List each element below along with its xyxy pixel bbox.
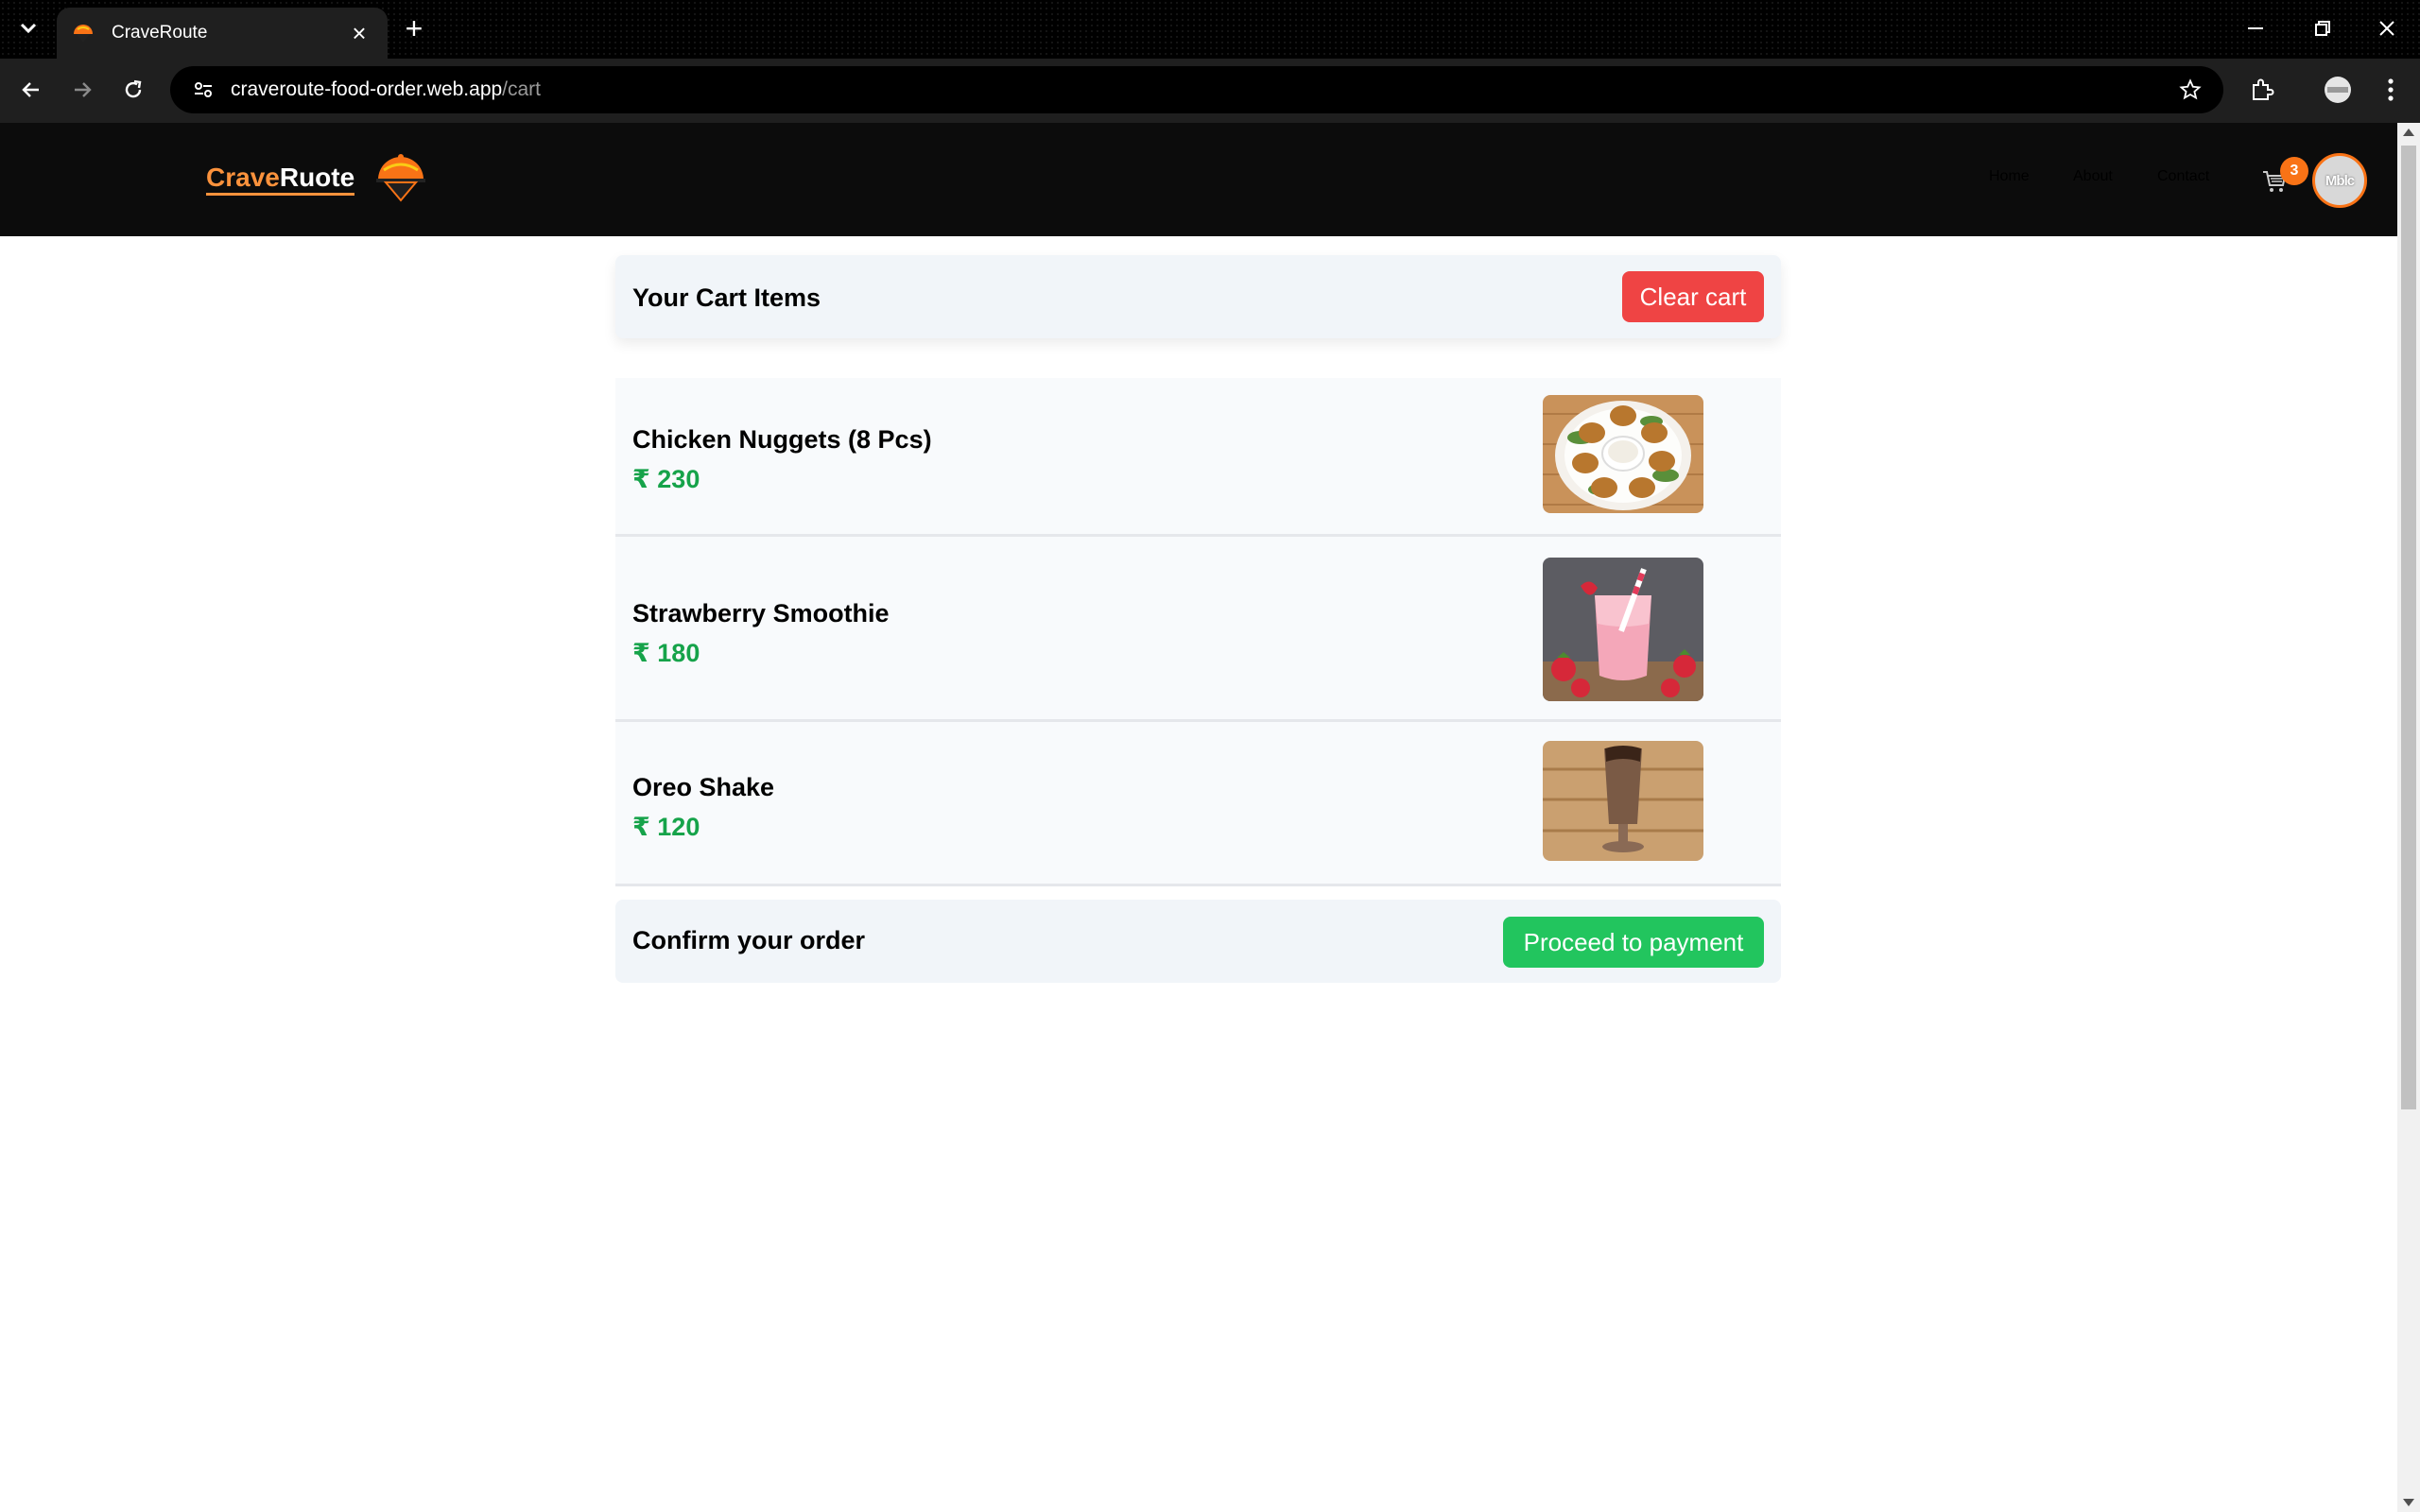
item-price: ₹ 180 [632, 639, 700, 667]
cart-heading: Your Cart Items [632, 284, 821, 312]
cart-item: Strawberry Smoothie ₹ 180 [615, 537, 1781, 722]
confirm-heading: Confirm your order [632, 926, 866, 954]
scroll-down-arrow-icon[interactable] [2403, 1499, 2414, 1506]
food-dome-logo-icon [376, 154, 425, 202]
strawberry-smoothie-image [1543, 558, 1703, 701]
new-tab-plus-icon[interactable]: + [397, 9, 431, 47]
brand-part-ruote: Ruote [279, 163, 355, 192]
chicken-nuggets-image [1543, 395, 1703, 513]
nav-link-contact[interactable]: Contact [2157, 168, 2209, 185]
scroll-up-arrow-icon[interactable] [2403, 129, 2414, 136]
cart-count-badge: 3 [2280, 157, 2308, 185]
craveroute-favicon-icon [74, 25, 93, 43]
page-scrollbar[interactable] [2397, 123, 2420, 1512]
item-price: ₹ 120 [632, 813, 700, 841]
reload-icon[interactable] [112, 68, 155, 112]
oreo-shake-image [1543, 741, 1703, 861]
nav-link-home[interactable]: Home [1989, 168, 2030, 185]
item-name: Oreo Shake [632, 773, 775, 801]
back-arrow-icon[interactable] [9, 68, 53, 112]
profile-avatar-icon[interactable] [2316, 68, 2360, 112]
nav-link-about[interactable]: About [2073, 168, 2113, 185]
bookmark-star-icon[interactable] [2176, 76, 2204, 104]
extensions-puzzle-icon[interactable] [2240, 68, 2284, 112]
item-price: ₹ 230 [632, 465, 700, 493]
cart-item: Oreo Shake ₹ 120 [615, 722, 1781, 886]
clear-cart-button[interactable]: Clear cart [1622, 271, 1764, 322]
tab-title: CraveRoute [112, 23, 208, 43]
tab-search-chevron-icon[interactable] [9, 11, 47, 45]
site-info-tune-icon[interactable] [182, 71, 225, 109]
avatar-label: Mblc [2325, 172, 2355, 189]
browser-tabstrip: CraveRoute × + [0, 0, 2420, 59]
page-viewport: CraveRuote Home About Contact 3 Mblc You… [0, 123, 2397, 1512]
item-name: Chicken Nuggets (8 Pcs) [632, 425, 932, 454]
confirm-order-panel: Confirm your order Proceed to payment [615, 900, 1781, 983]
brand-logo-text[interactable]: CraveRuote [206, 163, 355, 196]
minimize-icon[interactable] [2233, 9, 2280, 47]
proceed-to-payment-button[interactable]: Proceed to payment [1503, 917, 1764, 968]
scroll-thumb[interactable] [2401, 146, 2416, 1109]
forward-arrow-icon[interactable] [60, 68, 104, 112]
site-header: CraveRuote Home About Contact 3 Mblc [0, 123, 2397, 236]
cart-header-panel: Your Cart Items Clear cart [615, 255, 1781, 338]
tab-close-icon[interactable]: × [346, 19, 372, 48]
browser-toolbar: craveroute-food-order.web.app/cart [0, 59, 2420, 123]
brand-part-crave: Crave [206, 163, 280, 192]
user-avatar[interactable]: Mblc [2312, 153, 2367, 208]
close-window-icon[interactable] [2363, 9, 2411, 47]
url-text: craveroute-food-order.web.app/cart [231, 78, 541, 101]
url-path: /cart [502, 78, 542, 100]
address-bar[interactable]: craveroute-food-order.web.app/cart [170, 66, 2223, 113]
item-name: Strawberry Smoothie [632, 599, 890, 627]
cart-item: Chicken Nuggets (8 Pcs) ₹ 230 [615, 378, 1781, 537]
browser-tab-active[interactable]: CraveRoute × [57, 8, 388, 59]
browser-menu-kebab-icon[interactable] [2369, 68, 2412, 112]
restore-icon[interactable] [2299, 9, 2346, 47]
url-host: craveroute-food-order.web.app [231, 78, 503, 100]
